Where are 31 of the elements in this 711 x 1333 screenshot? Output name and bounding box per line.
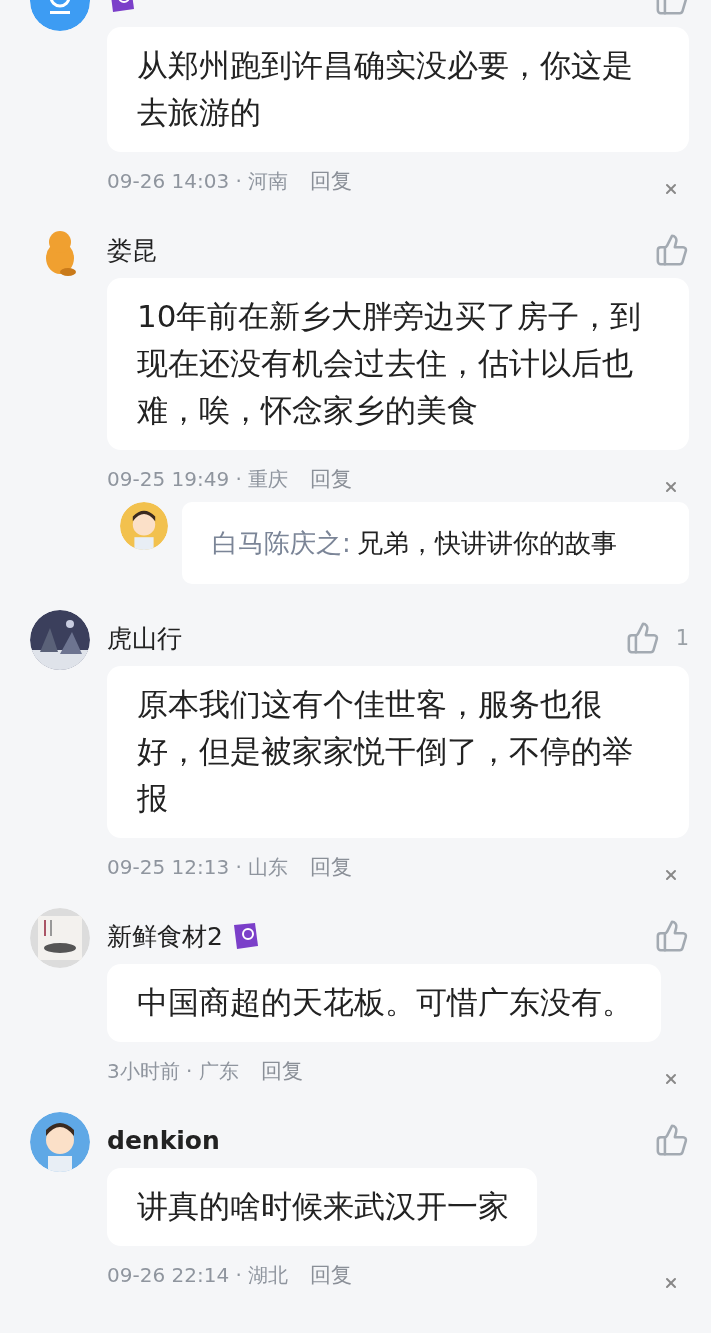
close-icon[interactable] (663, 479, 679, 495)
close-icon[interactable] (663, 867, 679, 883)
comment-time: 09-26 14:03 · 河南 (107, 167, 289, 195)
reply-user-name[interactable]: 白马陈庆之: (212, 522, 351, 564)
comment-time: 09-26 22:14 · 湖北 (107, 1261, 289, 1289)
close-icon[interactable] (663, 181, 679, 197)
user-name[interactable]: 新鲜食材2 (107, 919, 223, 953)
reply-link[interactable]: 回复 (310, 1261, 353, 1289)
comment-time: 09-25 12:13 · 山东 (107, 853, 289, 881)
like-icon[interactable] (625, 621, 660, 655)
reply-link[interactable]: 回复 (310, 853, 353, 881)
like-count: 1 (675, 626, 689, 650)
like-icon[interactable] (655, 919, 689, 953)
comment-time: 09-25 19:49 · 重庆 (107, 465, 289, 493)
close-icon[interactable] (663, 1275, 679, 1291)
comment-text: 从郑州跑到许昌确实没必要，你这是去旅游的 (107, 27, 689, 152)
user-name[interactable]: denkion (107, 1125, 220, 1155)
like-icon[interactable] (655, 233, 689, 267)
user-name[interactable]: 娄昆 (107, 233, 157, 267)
reply-link[interactable]: 回复 (310, 167, 353, 195)
reply-link[interactable]: 回复 (260, 1057, 303, 1085)
comment-text: 讲真的啥时候来武汉开一家 (107, 1168, 537, 1246)
comment-time: 3小时前 · 广东 (107, 1057, 239, 1085)
comment-text: 中国商超的天花板。可惜广东没有。 (107, 964, 661, 1042)
comment-text: 原本我们这有个佳世客，服务也很好，但是被家家悦干倒了，不停的举报 (107, 666, 689, 838)
reply-text: 兄弟，快讲讲你的故事 (356, 527, 617, 560)
like-icon[interactable] (655, 1123, 689, 1157)
comment-text: 10年前在新乡大胖旁边买了房子，到现在还没有机会过去住，估计以后也难，唉，怀念家乡的美食 (107, 278, 689, 450)
close-icon[interactable] (663, 1071, 679, 1087)
user-name[interactable]: 虎山行 (107, 621, 182, 655)
reply-link[interactable]: 回复 (310, 465, 353, 493)
